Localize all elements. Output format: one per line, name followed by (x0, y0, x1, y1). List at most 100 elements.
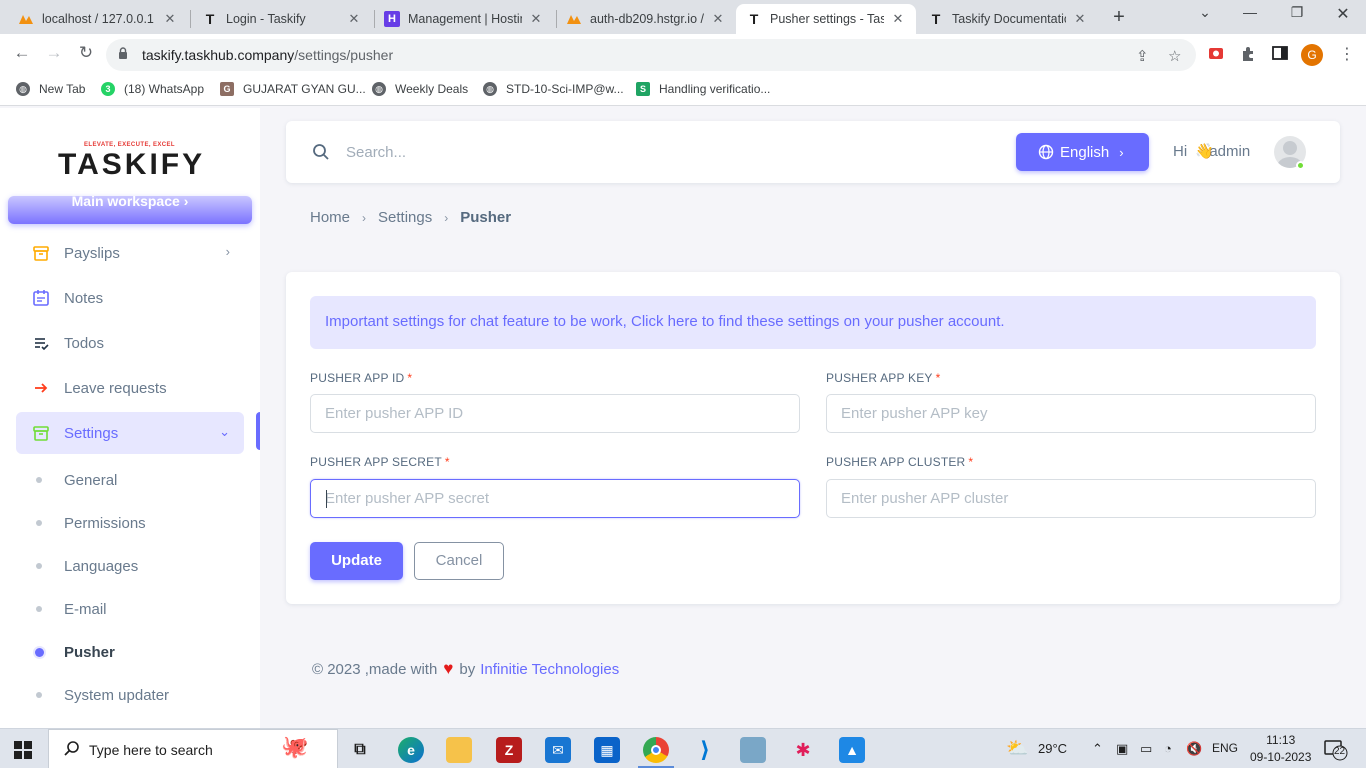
windows-start-icon[interactable] (14, 741, 32, 759)
taskify-logo[interactable]: ELEVATE, EXECUTE, EXCEL TASKIFY (58, 134, 218, 181)
update-button[interactable]: Update (310, 542, 403, 580)
forward-icon[interactable]: → (42, 43, 66, 63)
windows-taskbar: Type here to search 🐙 ⧉ e Z ✉ ▦ ⟩ ✱ ▲ ⛅ … (0, 728, 1366, 768)
sidebar-item-payslips[interactable]: Payslips › (16, 232, 244, 274)
whatsapp-icon: 3 (101, 82, 115, 96)
search-input[interactable] (346, 139, 946, 165)
required-mark: * (407, 371, 413, 385)
bookmarks-bar: ◍ New Tab 3 (18) WhatsApp G GUJARAT GYAN GU… (0, 76, 1366, 106)
photos-icon[interactable]: ▲ (839, 737, 865, 763)
list-check-icon (35, 338, 49, 351)
heart-icon: ♥ (443, 659, 454, 678)
filezilla-icon[interactable]: Z (496, 737, 522, 763)
sidebar-subitem-general[interactable]: General (36, 465, 117, 495)
screen-recorder-icon[interactable] (1208, 46, 1224, 65)
notification-center-icon[interactable]: 22 (1324, 739, 1348, 761)
browser-tab-active[interactable]: T Pusher settings - Task ✕ (736, 4, 916, 34)
page-footer: © 2023 ,made with ♥ by Infinitie Technol… (312, 659, 620, 678)
close-tab-icon[interactable]: ✕ (528, 11, 544, 27)
globe-icon: ◍ (372, 82, 386, 96)
bookmark-item[interactable]: 3 (18) WhatsApp (101, 82, 204, 96)
taskify-icon: T (931, 11, 941, 27)
app-cluster-label: PUSHER APP CLUSTER * (826, 455, 974, 469)
browser-tab[interactable]: T Login - Taskify ✕ (192, 4, 372, 34)
notes-app-icon[interactable] (740, 737, 766, 763)
bookmark-star-icon[interactable]: ☆ (1168, 47, 1181, 65)
sidebar-item-todos[interactable]: Todos (16, 322, 244, 364)
workspace-button[interactable]: Main workspace › (8, 194, 252, 224)
taskify-icon: T (749, 11, 759, 27)
weather-temperature[interactable]: 29°C (1038, 741, 1067, 756)
meet-now-icon[interactable]: ▣ (1116, 741, 1128, 757)
bookmark-item[interactable]: G GUJARAT GYAN GU... (220, 82, 366, 96)
file-explorer-icon[interactable] (446, 737, 472, 763)
pusher-app-secret-input[interactable] (310, 479, 800, 518)
profile-avatar[interactable]: G (1301, 44, 1323, 66)
active-indicator (256, 412, 260, 450)
reload-icon[interactable]: ↻ (74, 43, 98, 63)
close-tab-icon[interactable]: ✕ (162, 11, 178, 27)
volume-muted-icon[interactable]: 🔇 (1186, 741, 1202, 757)
close-tab-icon[interactable]: ✕ (710, 11, 726, 27)
side-panel-icon[interactable] (1272, 46, 1288, 65)
weather-icon[interactable]: ⛅ (1006, 738, 1028, 759)
info-alert[interactable]: Important settings for chat feature to b… (310, 296, 1316, 349)
pusher-app-id-input[interactable] (310, 394, 800, 433)
pusher-app-cluster-input[interactable] (826, 479, 1316, 518)
vscode-icon[interactable]: ⟩ (692, 737, 718, 763)
search-icon[interactable] (312, 143, 330, 161)
bullet-icon (36, 563, 42, 569)
lock-icon[interactable] (118, 47, 128, 59)
bookmark-item[interactable]: ◍ STD-10-Sci-IMP@w... (483, 82, 624, 96)
sidebar-subitem-email[interactable]: E-mail (36, 594, 107, 624)
slack-icon[interactable]: ✱ (790, 737, 816, 763)
input-language[interactable]: ENG (1212, 741, 1238, 755)
sidebar-subitem-languages[interactable]: Languages (36, 551, 138, 581)
sidebar-subitem-permissions[interactable]: Permissions (36, 508, 146, 538)
task-view-icon[interactable]: ⧉ (347, 737, 373, 763)
share-icon[interactable]: ⇪ (1136, 47, 1149, 65)
minimize-icon[interactable]: — (1235, 4, 1265, 20)
cancel-button[interactable]: Cancel (414, 542, 504, 580)
bullet-icon (36, 477, 42, 483)
company-link[interactable]: Infinitie Technologies (480, 661, 619, 678)
breadcrumb-settings[interactable]: Settings (378, 209, 432, 226)
sidebar-subitem-system-updater[interactable]: System updater (36, 680, 169, 710)
bookmark-item[interactable]: S Handling verificatio... (636, 82, 770, 96)
close-window-icon[interactable]: ✕ (1328, 4, 1358, 24)
close-tab-icon[interactable]: ✕ (1072, 11, 1088, 27)
new-tab-icon[interactable]: + (1108, 6, 1130, 29)
sidebar-item-settings[interactable]: Settings ⌄ (16, 412, 244, 454)
taskbar-search[interactable]: Type here to search 🐙 (48, 729, 338, 768)
address-bar[interactable]: taskify.taskhub.company/settings/pusher … (106, 39, 1196, 71)
archive-icon (33, 246, 49, 261)
close-tab-icon[interactable]: ✕ (890, 11, 906, 27)
back-icon[interactable]: ← (10, 43, 34, 63)
browser-tab[interactable]: T Taskify Documentatio ✕ (918, 4, 1098, 34)
sidebar-item-notes[interactable]: Notes (16, 277, 244, 319)
browser-tab[interactable]: localhost / 127.0.0.1 / ✕ (8, 4, 188, 34)
chrome-icon[interactable] (643, 737, 669, 763)
language-button[interactable]: English › (1016, 133, 1149, 171)
mail-icon[interactable]: ✉ (545, 737, 571, 763)
wifi-icon[interactable]: ◔ (1164, 741, 1172, 756)
store-icon[interactable]: ▦ (594, 737, 620, 763)
browser-tab[interactable]: auth-db209.hstgr.io / ✕ (556, 4, 736, 34)
sidebar-item-leave-requests[interactable]: Leave requests (16, 367, 244, 409)
close-tab-icon[interactable]: ✕ (346, 11, 362, 27)
restore-icon[interactable]: ❐ (1282, 4, 1312, 21)
extensions-icon[interactable] (1240, 46, 1256, 67)
tab-search-icon[interactable]: ⌄ (1190, 4, 1220, 21)
sidebar-subitem-pusher[interactable]: Pusher (35, 637, 115, 667)
breadcrumb-home[interactable]: Home (310, 209, 350, 226)
bookmark-item[interactable]: ◍ Weekly Deals (372, 82, 468, 96)
tray-chevron-up-icon[interactable]: ⌃ (1092, 741, 1103, 757)
edge-icon[interactable]: e (398, 737, 424, 763)
bookmark-item[interactable]: ◍ New Tab (16, 82, 85, 96)
menu-kebab-icon[interactable]: ⋮ (1339, 44, 1355, 64)
taskbar-clock[interactable]: 11:13 09-10-2023 (1250, 732, 1311, 766)
pusher-app-key-input[interactable] (826, 394, 1316, 433)
browser-tab[interactable]: H Management | Hostin ✕ (374, 4, 554, 34)
address-bar-row: ← → ↻ taskify.taskhub.company/settings/p… (0, 34, 1366, 76)
battery-icon[interactable]: ▭ (1140, 741, 1152, 757)
